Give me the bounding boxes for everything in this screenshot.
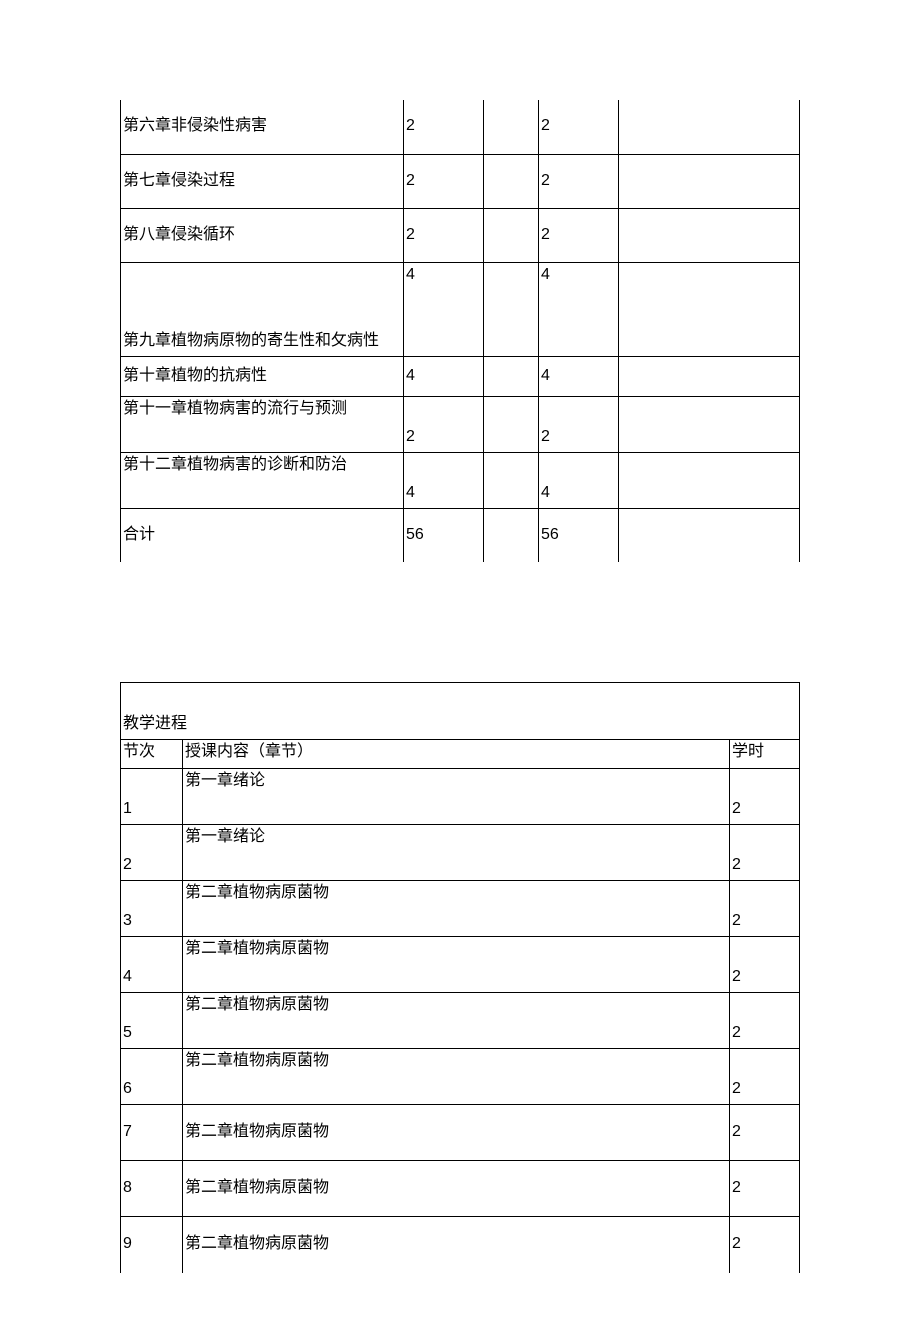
table-row: 第九章植物病原物的寄生性和攵病性 4 4	[121, 262, 800, 356]
session-content: 第一章绪论	[183, 825, 729, 848]
session-hours: 2	[730, 1023, 799, 1048]
session-hours: 2	[730, 1178, 799, 1199]
value-3: 2	[539, 225, 618, 246]
value-2	[484, 263, 538, 265]
chapter-hours-table: 第六章非侵染性病害22第七章侵染过程22第八章侵染循环22第九章植物病原物的寄生…	[120, 100, 800, 562]
table-row: 合计5656	[121, 508, 800, 562]
header-session: 节次	[121, 740, 182, 763]
value-1: 2	[404, 427, 483, 452]
table-row: 第十二章植物病害的诊断和防治44	[121, 452, 800, 508]
session-number: 4	[121, 967, 182, 992]
chapter-name: 第六章非侵染性病害	[121, 116, 403, 137]
table-row: 4第二章植物病原菌物2	[121, 937, 800, 993]
chapter-name: 第十二章植物病害的诊断和防治	[121, 453, 403, 476]
value-1: 4	[404, 263, 483, 286]
value-1: 4	[404, 366, 483, 387]
session-number: 7	[121, 1122, 182, 1143]
chapter-name: 第十一章植物病害的流行与预测	[121, 397, 403, 420]
value-3: 4	[539, 366, 618, 387]
session-number: 3	[121, 911, 182, 936]
session-content: 第一章绪论	[183, 769, 729, 792]
session-content: 第二章植物病原菌物	[183, 993, 729, 1016]
value-1: 2	[404, 171, 483, 192]
table-row: 第十章植物的抗病性44	[121, 356, 800, 396]
session-number: 6	[121, 1079, 182, 1104]
session-number: 8	[121, 1178, 182, 1199]
value-4	[619, 504, 799, 508]
table-row: 5第二章植物病原菌物2	[121, 993, 800, 1049]
header-content: 授课内容（章节）	[183, 740, 729, 763]
value-1: 56	[404, 525, 483, 546]
session-number: 1	[121, 799, 182, 824]
value-2	[484, 448, 538, 452]
value-3: 56	[539, 525, 618, 546]
table-row: 1第一章绪论2	[121, 769, 800, 825]
schedule-title: 教学进程	[121, 714, 799, 739]
schedule-table: 教学进程 节次 授课内容（章节） 学时 1第一章绪论22第一章绪论23第二章植物…	[120, 682, 800, 1273]
session-hours: 2	[730, 911, 799, 936]
session-content: 第二章植物病原菌物	[183, 1234, 729, 1255]
chapter-name: 合计	[121, 525, 403, 546]
value-4	[619, 448, 799, 452]
page: 第六章非侵染性病害22第七章侵染过程22第八章侵染循环22第九章植物病原物的寄生…	[0, 0, 920, 1333]
value-1: 2	[404, 225, 483, 246]
table-row: 第七章侵染过程22	[121, 154, 800, 208]
header-hours: 学时	[730, 740, 799, 763]
session-number: 5	[121, 1023, 182, 1048]
header-row: 节次 授课内容（章节） 学时	[121, 740, 800, 769]
session-hours: 2	[730, 1234, 799, 1255]
session-hours: 2	[730, 855, 799, 880]
table-row: 8第二章植物病原菌物2	[121, 1161, 800, 1217]
session-content: 第二章植物病原菌物	[183, 937, 729, 960]
table-row: 6第二章植物病原菌物2	[121, 1049, 800, 1105]
value-4	[619, 263, 799, 265]
session-hours: 2	[730, 1122, 799, 1143]
table-row: 第六章非侵染性病害22	[121, 100, 800, 154]
table-gap	[120, 562, 800, 682]
session-content: 第二章植物病原菌物	[183, 1049, 729, 1072]
table-row: 9第二章植物病原菌物2	[121, 1217, 800, 1273]
value-3: 2	[539, 171, 618, 192]
table-row: 3第二章植物病原菌物2	[121, 881, 800, 937]
session-hours: 2	[730, 799, 799, 824]
chapter-name: 第七章侵染过程	[121, 171, 403, 192]
session-hours: 2	[730, 1079, 799, 1104]
session-number: 2	[121, 855, 182, 880]
session-content: 第二章植物病原菌物	[183, 1178, 729, 1199]
value-2	[484, 504, 538, 508]
table-row: 7第二章植物病原菌物2	[121, 1105, 800, 1161]
chapter-name: 第九章植物病原物的寄生性和攵病性	[121, 331, 403, 356]
value-3: 4	[539, 483, 618, 508]
table-row: 2第一章绪论2	[121, 825, 800, 881]
value-3: 2	[539, 116, 618, 137]
session-number: 9	[121, 1234, 182, 1255]
chapter-name: 第八章侵染循环	[121, 225, 403, 246]
session-content: 第二章植物病原菌物	[183, 1122, 729, 1143]
value-1: 4	[404, 483, 483, 508]
value-3: 2	[539, 427, 618, 452]
value-3: 4	[539, 263, 618, 286]
chapter-name: 第十章植物的抗病性	[121, 366, 403, 387]
session-content: 第二章植物病原菌物	[183, 881, 729, 904]
table-row: 第十一章植物病害的流行与预测22	[121, 396, 800, 452]
table-row: 第八章侵染循环22	[121, 208, 800, 262]
session-hours: 2	[730, 967, 799, 992]
value-1: 2	[404, 116, 483, 137]
title-row: 教学进程	[121, 683, 800, 740]
